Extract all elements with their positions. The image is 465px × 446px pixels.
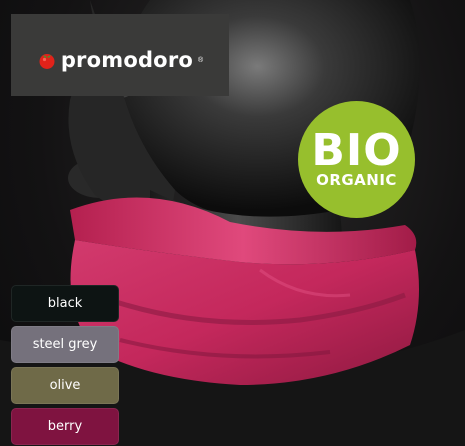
- swatch-steel-grey[interactable]: steel grey: [11, 326, 119, 363]
- bio-organic-badge: BIO ORGANIC: [298, 101, 415, 218]
- swatch-label: berry: [47, 419, 83, 434]
- product-photo-scene: promodoro ® BIO ORGANIC black steel grey…: [0, 0, 465, 446]
- tomato-icon: [39, 54, 55, 69]
- swatch-black[interactable]: black: [11, 285, 119, 322]
- swatch-berry[interactable]: berry: [11, 408, 119, 445]
- brand-logo: promodoro ®: [11, 14, 229, 96]
- brand-name: promodoro: [60, 48, 193, 72]
- badge-line-bio: BIO: [311, 124, 402, 176]
- swatch-label: olive: [49, 378, 81, 393]
- color-swatch-list: black steel grey olive berry: [11, 285, 119, 446]
- badge-line-organic: ORGANIC: [316, 170, 397, 189]
- swatch-label: black: [47, 296, 83, 311]
- registered-mark: ®: [198, 56, 204, 64]
- swatch-olive[interactable]: olive: [11, 367, 119, 404]
- swatch-label: steel grey: [32, 337, 98, 352]
